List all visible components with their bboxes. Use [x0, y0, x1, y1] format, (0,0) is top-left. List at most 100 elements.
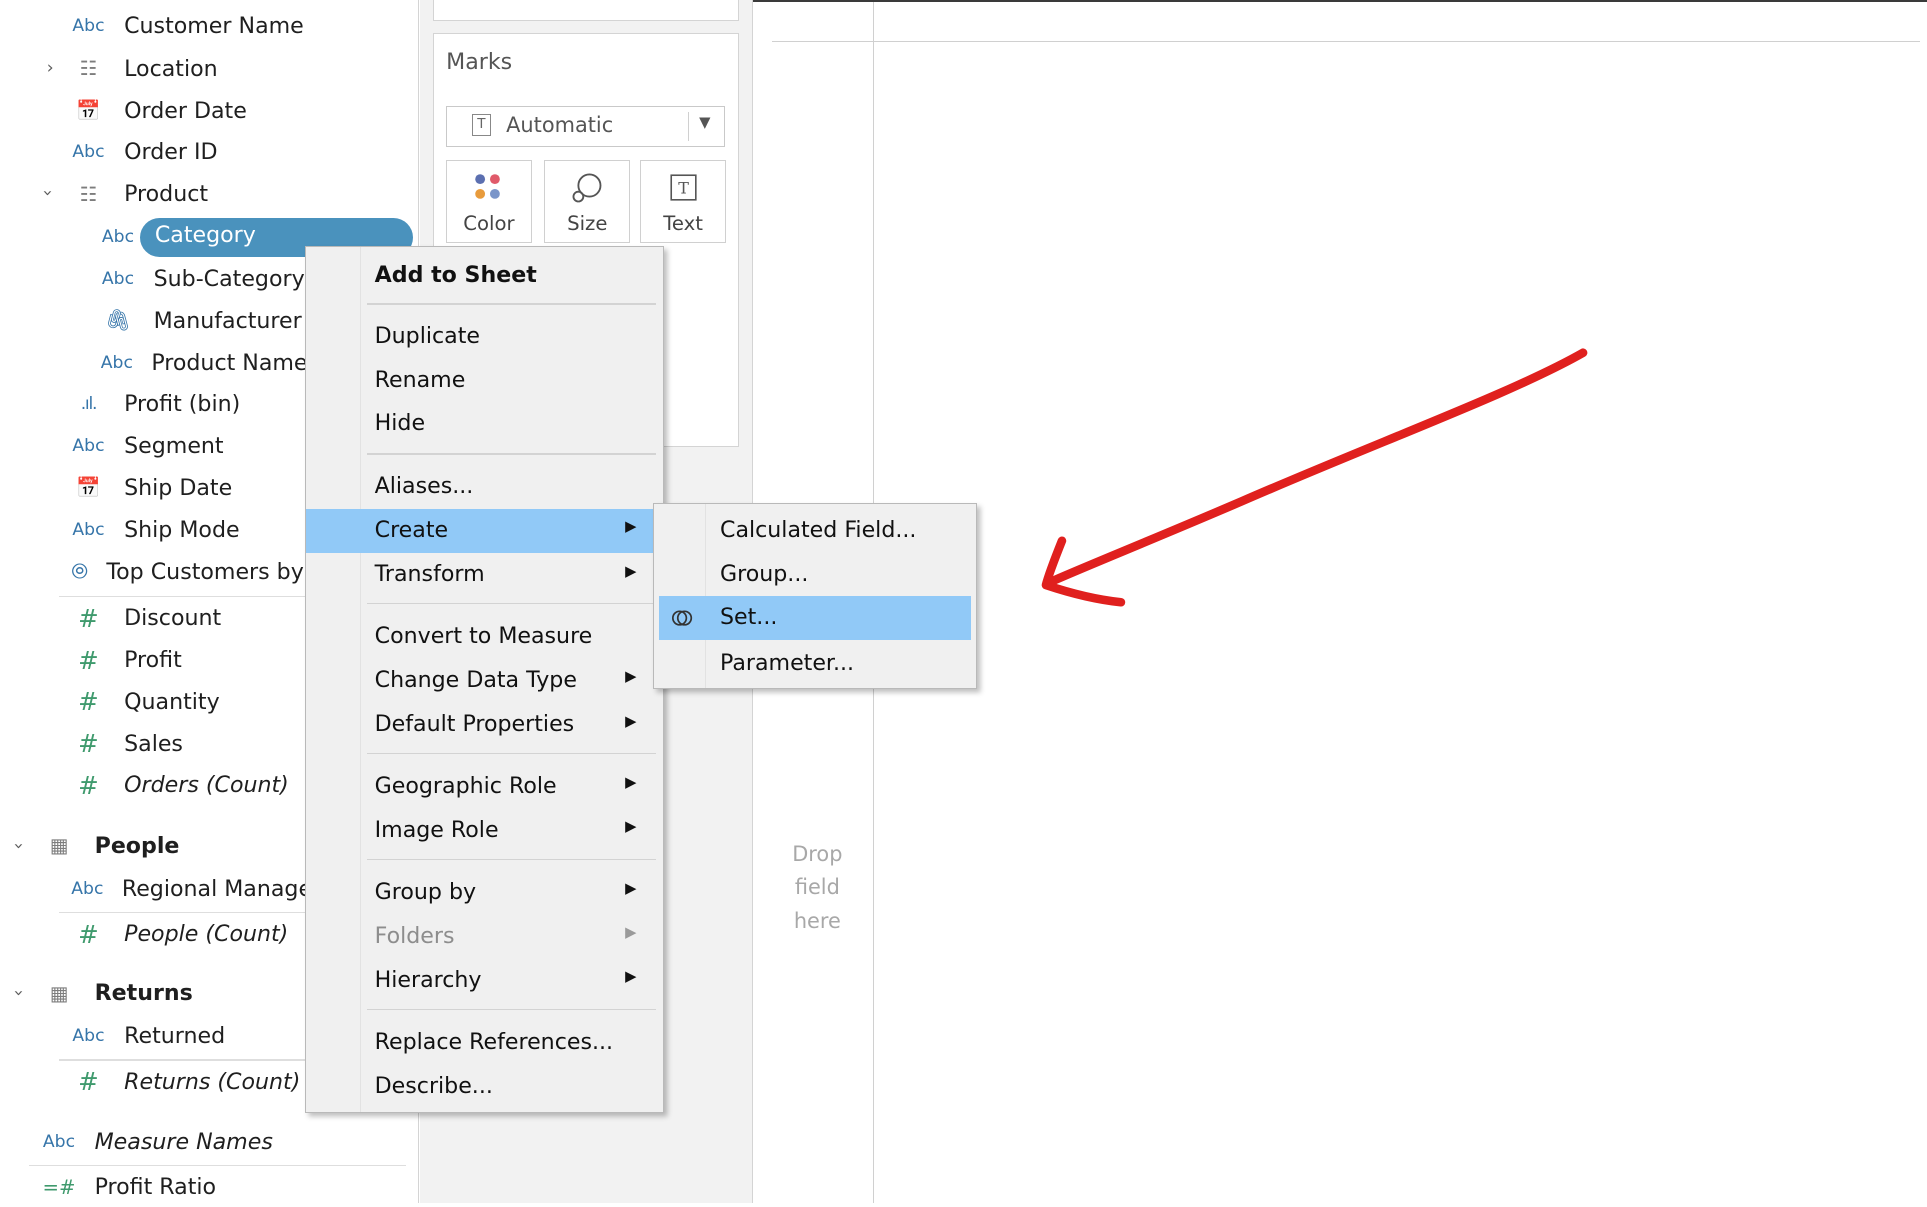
- submenu-item-calculated-field[interactable]: Calculated Field...: [654, 509, 976, 553]
- calculated-number-icon: =#: [42, 1175, 76, 1199]
- submenu-item-group[interactable]: Group...: [654, 553, 976, 597]
- marks-card-title: Marks: [446, 49, 513, 76]
- number-type-icon: #: [78, 770, 99, 800]
- menu-item-change-data-type[interactable]: Change Data Type ▶: [306, 659, 664, 703]
- field-returns-count[interactable]: # Returns (Count): [71, 1062, 305, 1101]
- field-people-count[interactable]: # People (Count): [71, 914, 288, 953]
- menu-item-add-to-sheet[interactable]: Add to Sheet: [306, 253, 664, 297]
- string-type-icon: Abc: [101, 227, 135, 248]
- paperclip-icon: 🖇: [104, 308, 132, 333]
- string-type-icon: Abc: [72, 1026, 105, 1047]
- hierarchy-icon: ☷: [79, 57, 98, 81]
- field-returned[interactable]: Abc Returned: [71, 1016, 225, 1055]
- string-type-icon: Abc: [72, 142, 105, 163]
- field-product-name[interactable]: Abc Product Name: [101, 343, 305, 382]
- size-button[interactable]: Size: [544, 159, 631, 243]
- menu-item-hide[interactable]: Hide: [306, 402, 664, 446]
- menu-item-aliases[interactable]: Aliases...: [306, 464, 664, 508]
- expand-chevron-icon[interactable]: ›: [47, 58, 54, 78]
- menu-item-geographic-role[interactable]: Geographic Role ▶: [306, 764, 664, 808]
- string-type-icon: Abc: [100, 352, 133, 373]
- table-icon: ▦: [49, 981, 69, 1005]
- field-measure-names[interactable]: Abc Measure Names: [42, 1122, 273, 1161]
- pages-card[interactable]: [432, 0, 740, 21]
- submenu-arrow-icon: ▶: [625, 818, 637, 836]
- collapse-chevron-icon[interactable]: ›: [8, 990, 28, 997]
- field-segment[interactable]: Abc Segment: [71, 426, 305, 465]
- submenu-arrow-icon: ▶: [625, 879, 637, 897]
- submenu-arrow-icon: ▶: [625, 562, 637, 580]
- field-sales[interactable]: # Sales: [71, 724, 183, 763]
- field-regional-manager[interactable]: Abc Regional Manager: [71, 869, 305, 908]
- dimension-measure-divider: [58, 1059, 305, 1061]
- string-type-icon: Abc: [72, 15, 105, 36]
- set-icon: [671, 610, 692, 626]
- submenu-item-parameter[interactable]: Parameter...: [654, 641, 976, 685]
- menu-item-default-properties[interactable]: Default Properties ▶: [306, 703, 664, 747]
- field-profit-bin[interactable]: .ıl. Profit (bin): [71, 385, 305, 424]
- field-manufacturer[interactable]: 🖇 Manufacturer: [101, 301, 305, 340]
- calendar-icon: 📅: [76, 476, 101, 500]
- collapse-chevron-icon[interactable]: ›: [8, 842, 28, 849]
- dimension-measure-divider: [58, 596, 305, 598]
- field-order-id[interactable]: Abc Order ID: [71, 133, 217, 172]
- menu-item-image-role[interactable]: Image Role ▶: [306, 809, 664, 853]
- submenu-arrow-icon: ▶: [625, 668, 637, 686]
- field-ship-mode[interactable]: Abc Ship Mode: [71, 510, 305, 549]
- submenu-arrow-icon: ▶: [625, 968, 637, 986]
- field-sub-category[interactable]: Abc Sub-Category: [101, 259, 305, 298]
- table-returns[interactable]: ▦ Returns: [42, 973, 193, 1012]
- submenu-arrow-icon: ▶: [625, 774, 637, 792]
- menu-item-create[interactable]: Create ▶: [305, 508, 664, 553]
- field-location[interactable]: ☷ Location: [71, 49, 218, 88]
- color-button[interactable]: Color: [446, 159, 532, 243]
- field-ship-date[interactable]: 📅 Ship Date: [71, 468, 305, 507]
- hierarchy-icon: ☷: [79, 182, 98, 206]
- field-quantity[interactable]: # Quantity: [71, 682, 219, 721]
- submenu-arrow-icon: ▶: [625, 518, 637, 536]
- calendar-icon: 📅: [76, 99, 101, 123]
- svg-text:T: T: [678, 179, 689, 198]
- string-type-icon: Abc: [71, 878, 104, 899]
- menu-item-hierarchy[interactable]: Hierarchy ▶: [306, 958, 664, 1002]
- bin-icon: .ıl.: [80, 394, 98, 415]
- menu-item-convert-to-measure[interactable]: Convert to Measure: [306, 614, 664, 658]
- number-type-icon: #: [78, 729, 99, 759]
- field-profit[interactable]: # Profit: [71, 640, 182, 679]
- menu-item-transform[interactable]: Transform ▶: [306, 553, 664, 597]
- string-type-icon: Abc: [72, 519, 105, 540]
- field-orders-count[interactable]: # Orders (Count): [71, 766, 289, 805]
- field-product[interactable]: ☷ Product: [71, 175, 208, 214]
- text-icon: T: [670, 174, 697, 201]
- text-button[interactable]: T Text: [640, 159, 726, 243]
- drop-field-hint[interactable]: Drop field here: [782, 838, 853, 938]
- number-type-icon: #: [78, 687, 99, 717]
- field-context-menu: Add to Sheet Duplicate Rename Hide Alias…: [304, 245, 665, 1114]
- field-order-date[interactable]: 📅 Order Date: [71, 91, 247, 130]
- collapse-chevron-icon[interactable]: ›: [38, 190, 58, 197]
- submenu-item-set[interactable]: Set...: [658, 595, 971, 641]
- menu-item-rename[interactable]: Rename: [306, 359, 664, 403]
- field-top-customers[interactable]: ⦾ Top Customers by Profit: [71, 552, 305, 591]
- menu-item-group-by[interactable]: Group by ▶: [306, 870, 664, 914]
- create-submenu: Calculated Field... Group... Set... Para…: [652, 502, 977, 690]
- field-discount[interactable]: # Discount: [71, 599, 221, 638]
- menu-item-describe[interactable]: Describe...: [306, 1064, 664, 1108]
- table-people[interactable]: ▦ People: [42, 826, 180, 865]
- mark-type-dropdown[interactable]: T Automatic ▼: [446, 105, 725, 148]
- field-customer-name[interactable]: Abc Customer Name: [71, 6, 303, 45]
- text-mark-icon: T: [471, 114, 491, 136]
- menu-item-duplicate[interactable]: Duplicate: [306, 314, 664, 358]
- string-type-icon: Abc: [72, 436, 105, 457]
- number-type-icon: #: [78, 919, 99, 949]
- number-type-icon: #: [78, 645, 99, 675]
- menu-item-folders: Folders ▶: [374, 922, 637, 949]
- dimension-measure-divider: [29, 1165, 406, 1167]
- color-dots-icon: [475, 174, 500, 199]
- field-profit-ratio[interactable]: =# Profit Ratio: [42, 1168, 217, 1207]
- dimension-measure-divider: [58, 911, 305, 914]
- submenu-arrow-icon: ▶: [625, 712, 637, 730]
- submenu-arrow-icon: ▶: [625, 924, 637, 942]
- number-type-icon: #: [78, 603, 99, 633]
- menu-item-replace-references[interactable]: Replace References...: [306, 1020, 664, 1064]
